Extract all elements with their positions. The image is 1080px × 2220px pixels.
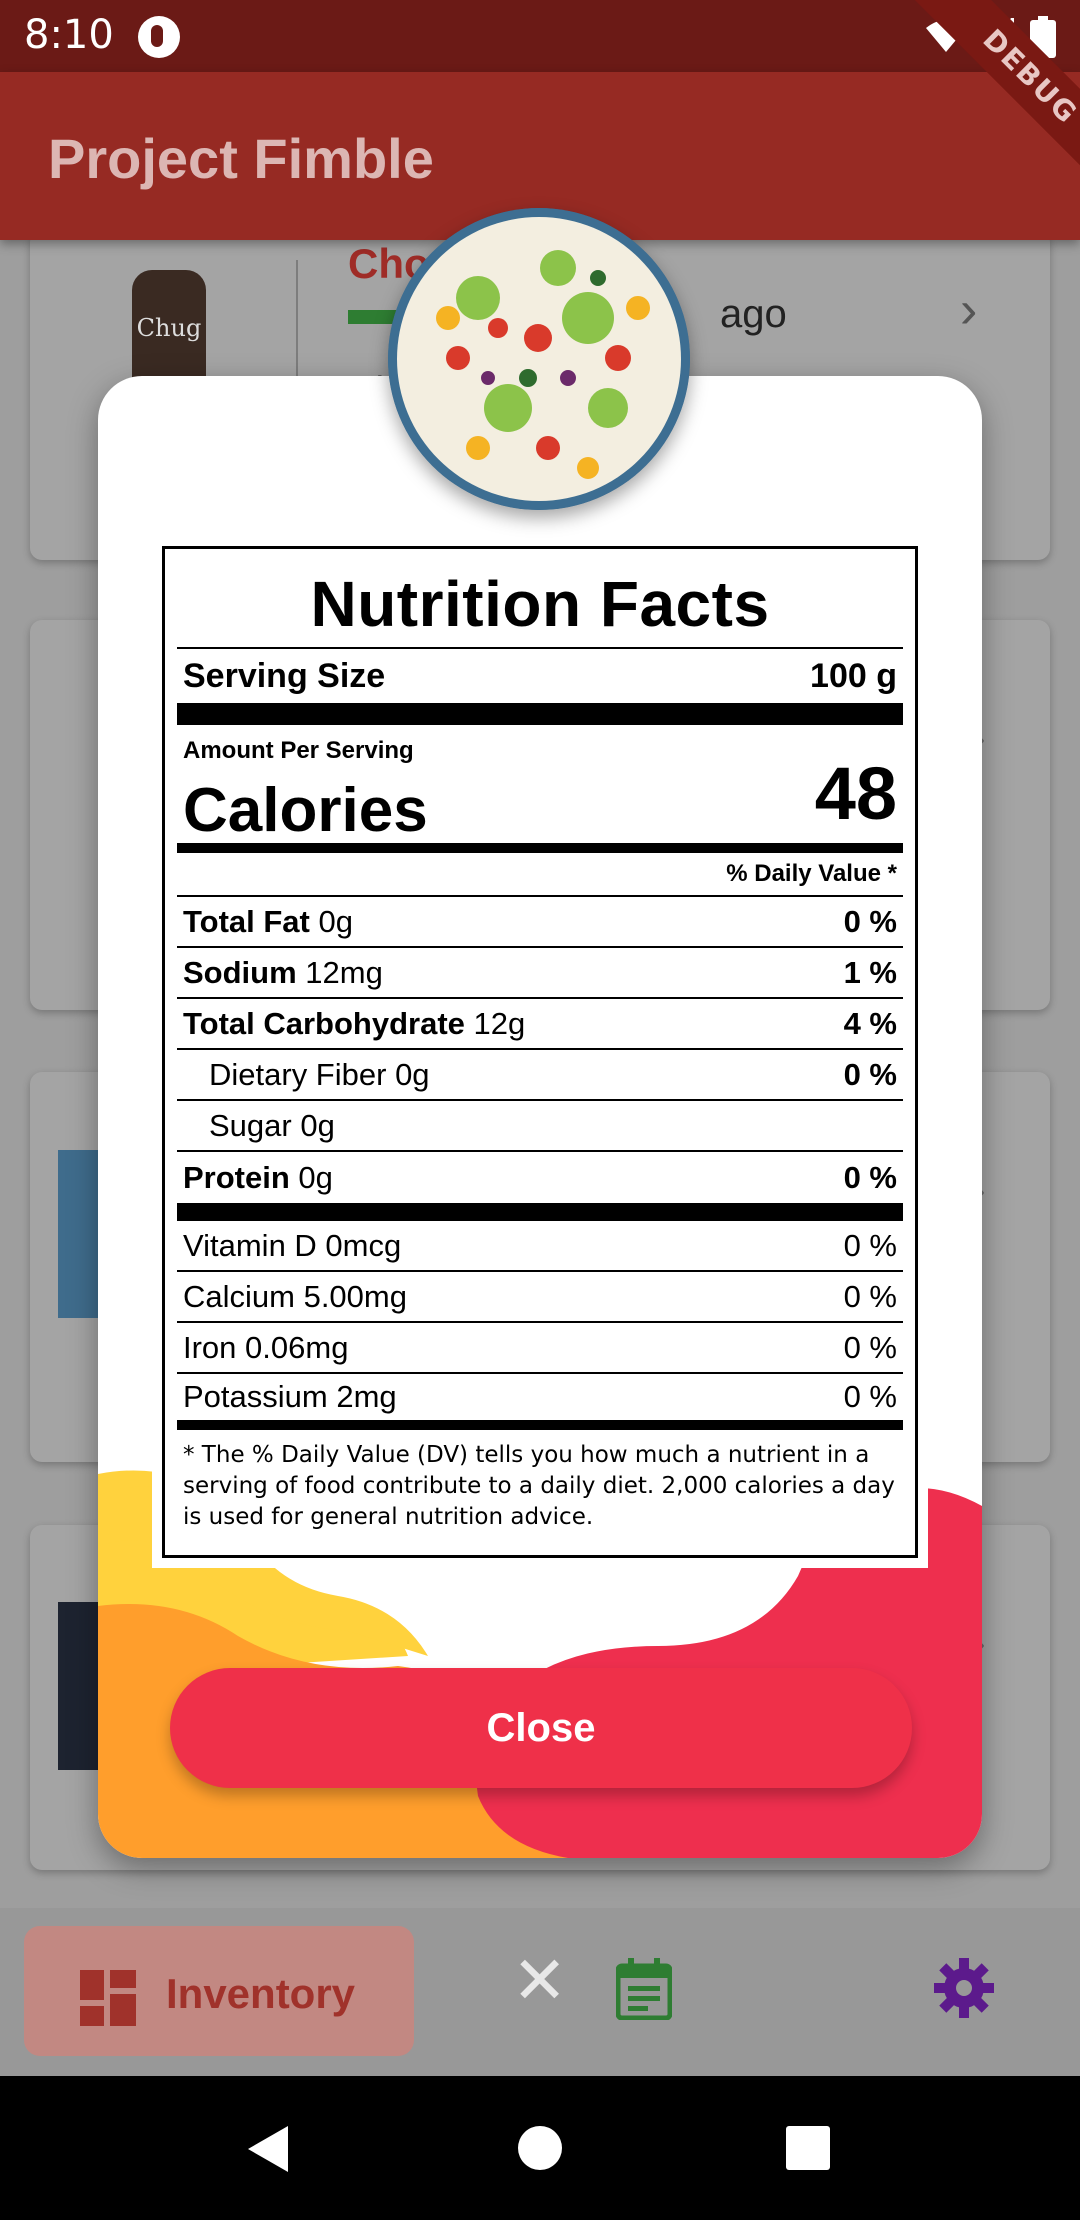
vitamin-label: Calcium 5.00mg	[183, 1278, 407, 1314]
nutrient-dv: 0 %	[843, 903, 897, 939]
vitamin-row-calcium: Calcium 5.00mg 0 %	[177, 1272, 903, 1323]
divider	[177, 1203, 903, 1221]
system-navigation-bar	[0, 2076, 1080, 2220]
daily-value-header-label: % Daily Value *	[726, 860, 897, 887]
daily-value-footnote: * The % Daily Value (DV) tells you how m…	[183, 1442, 895, 1530]
nutrient-label: Protein	[183, 1159, 290, 1195]
close-icon[interactable]: ✕	[512, 1948, 567, 2014]
nutrient-amount: 0g	[298, 1159, 333, 1195]
nutrient-label: Dietary Fiber	[209, 1056, 387, 1092]
vitamin-label: Iron 0.06mg	[183, 1329, 349, 1365]
vitamin-dv: 0 %	[843, 1278, 897, 1314]
nutrient-row-dietary-fiber: Dietary Fiber 0g 0 %	[177, 1050, 903, 1101]
status-bar: 8:10	[0, 0, 1080, 72]
vitamin-row-potassium: Potassium 2mg 0 %	[177, 1374, 903, 1430]
nutrient-label: Sodium	[183, 954, 297, 990]
nutrient-amount: 12g	[473, 1005, 526, 1041]
nutrient-dv: 1 %	[843, 954, 897, 990]
nutrient-dv: 0 %	[843, 1056, 897, 1092]
back-icon[interactable]	[244, 2124, 290, 2174]
vitamin-dv: 0 %	[843, 1379, 897, 1414]
serving-size-value: 100 g	[810, 656, 897, 695]
serving-size-label: Serving Size	[183, 656, 386, 695]
nutrient-dv: 0 %	[843, 1159, 897, 1195]
nutrition-facts-title: Nutrition Facts	[177, 549, 903, 649]
vitamin-row-iron: Iron 0.06mg 0 %	[177, 1323, 903, 1374]
nutrient-amount: 0g	[300, 1107, 335, 1143]
nutrient-dv: 4 %	[843, 1005, 897, 1041]
calendar-icon[interactable]	[616, 1958, 672, 2020]
item-time: ago	[720, 292, 787, 336]
nutrient-row-protein: Protein 0g 0 %	[177, 1152, 903, 1203]
nutrient-row-total-carbohydrate: Total Carbohydrate 12g 4 %	[177, 999, 903, 1050]
nutrient-amount: 12mg	[305, 954, 383, 990]
serving-size-row: Serving Size 100 g	[177, 649, 903, 705]
nutrient-row-sodium: Sodium 12mg 1 %	[177, 948, 903, 999]
nutrient-label: Total Carbohydrate	[183, 1005, 465, 1041]
app-title: Project Fimble	[48, 127, 434, 190]
vitamin-label: Vitamin D 0mcg	[183, 1227, 402, 1263]
nutrient-amount: 0g	[318, 903, 353, 939]
item-thumbnail	[58, 1150, 102, 1318]
vitamin-dv: 0 %	[843, 1329, 897, 1365]
app-notification-icon	[138, 16, 180, 58]
divider	[177, 705, 903, 725]
food-photo	[388, 208, 690, 510]
item-thumbnail	[58, 1602, 100, 1770]
home-icon[interactable]	[518, 2126, 562, 2170]
status-time: 8:10	[24, 12, 114, 58]
chevron-right-icon: ›	[960, 281, 978, 339]
nutrient-row-total-fat: Total Fat 0g 0 %	[177, 897, 903, 948]
calories-label: Calories	[183, 776, 428, 845]
vitamin-dv: 0 %	[843, 1227, 897, 1263]
dashboard-icon	[80, 1970, 136, 2026]
nutrient-label: Total Fat	[183, 903, 310, 939]
calories-block: Amount Per Serving Calories 48	[177, 725, 903, 853]
nutrient-amount: 0g	[395, 1056, 430, 1092]
vitamin-row-vitamin-d: Vitamin D 0mcg 0 %	[177, 1221, 903, 1272]
amount-per-serving: Amount Per Serving	[183, 737, 414, 764]
nav-inventory[interactable]: Inventory	[24, 1926, 414, 2056]
nutrient-label: Sugar	[209, 1107, 292, 1143]
gear-icon[interactable]	[934, 1958, 994, 2018]
daily-value-header: % Daily Value *	[177, 853, 903, 897]
recents-icon[interactable]	[786, 2126, 830, 2170]
close-button[interactable]: Close	[170, 1668, 912, 1788]
bottom-navigation: Inventory ✕	[0, 1908, 1080, 2076]
vitamin-label: Potassium 2mg	[183, 1379, 397, 1414]
nav-inventory-label: Inventory	[166, 1970, 356, 2017]
calories-value: 48	[814, 752, 897, 835]
nutrition-facts-label: Nutrition Facts Serving Size 100 g Amoun…	[162, 546, 918, 1558]
nutrient-row-sugar: Sugar 0g	[177, 1101, 903, 1152]
